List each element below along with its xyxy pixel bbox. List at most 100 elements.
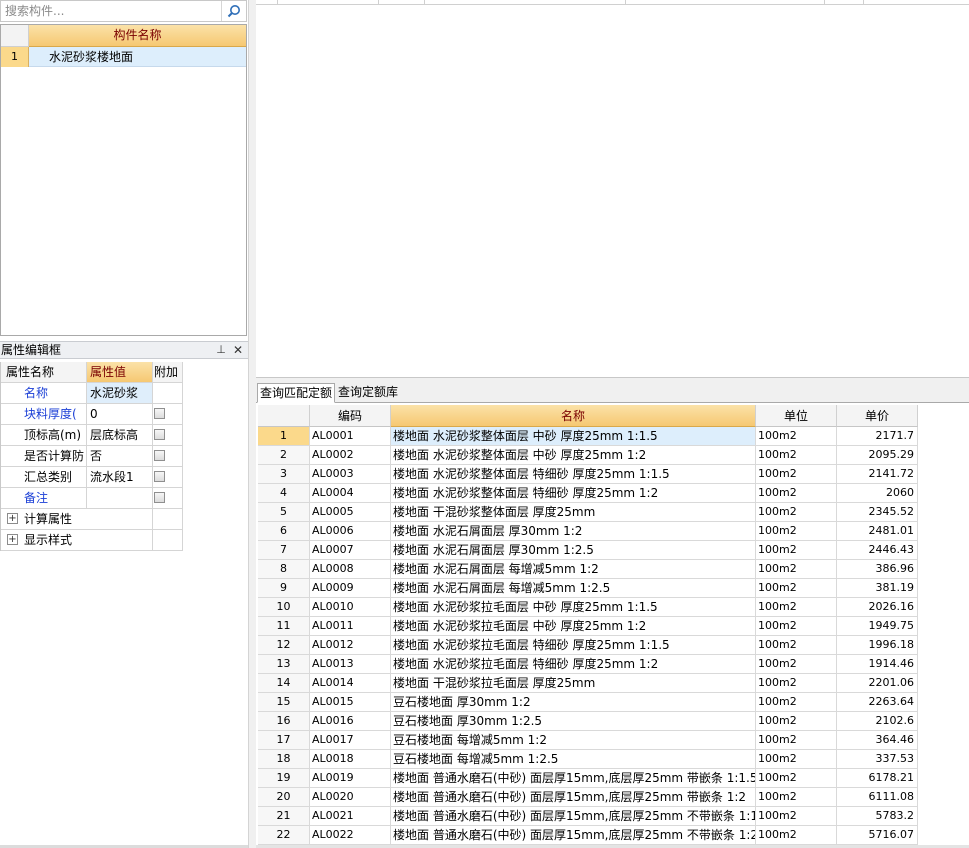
name-cell[interactable]: 楼地面 水泥砂浆拉毛面层 特细砂 厚度25mm 1:1.5 bbox=[391, 636, 756, 655]
code-cell[interactable]: AL0013 bbox=[310, 655, 391, 674]
property-row-calc-waterproof[interactable]: 是否计算防 否 bbox=[1, 446, 183, 467]
table-row[interactable]: 10 AL0010 楼地面 水泥砂浆拉毛面层 中砂 厚度25mm 1:1.5 100m… bbox=[258, 598, 918, 617]
table-row[interactable]: 1 AL0001 楼地面 水泥砂浆整体面层 中砂 厚度25mm 1:1.5 100m2… bbox=[258, 427, 918, 446]
unit-cell[interactable]: 100m2 bbox=[756, 541, 837, 560]
unit-cell[interactable]: 100m2 bbox=[756, 446, 837, 465]
price-cell[interactable]: 2141.72 bbox=[837, 465, 918, 484]
price-cell[interactable]: 2026.16 bbox=[837, 598, 918, 617]
code-cell[interactable]: AL0003 bbox=[310, 465, 391, 484]
name-cell[interactable]: 楼地面 普通水磨石(中砂) 面层厚15mm,底层厚25mm 带嵌条 1:2 bbox=[391, 788, 756, 807]
property-row-remark[interactable]: 备注 bbox=[1, 488, 183, 509]
price-cell[interactable]: 337.53 bbox=[837, 750, 918, 769]
table-row[interactable]: 6 AL0006 楼地面 水泥石屑面层 厚30mm 1:2 100m2 2481.01 bbox=[258, 522, 918, 541]
unit-cell[interactable]: 100m2 bbox=[756, 427, 837, 446]
code-cell[interactable]: AL0006 bbox=[310, 522, 391, 541]
name-cell[interactable]: 豆石楼地面 每增减5mm 1:2 bbox=[391, 731, 756, 750]
table-row[interactable]: 16 AL0016 豆石楼地面 厚30mm 1:2.5 100m2 2102.6 bbox=[258, 712, 918, 731]
table-row[interactable]: 9 AL0009 楼地面 水泥石屑面层 每增减5mm 1:2.5 100m2 381.1… bbox=[258, 579, 918, 598]
table-row[interactable]: 2 AL0002 楼地面 水泥砂浆整体面层 中砂 厚度25mm 1:2 100m2 20… bbox=[258, 446, 918, 465]
code-cell[interactable]: AL0004 bbox=[310, 484, 391, 503]
table-row[interactable]: 19 AL0019 楼地面 普通水磨石(中砂) 面层厚15mm,底层厚25mm 带嵌… bbox=[258, 769, 918, 788]
property-value[interactable]: 水泥砂浆 bbox=[87, 383, 153, 403]
table-row[interactable]: 13 AL0013 楼地面 水泥砂浆拉毛面层 特细砂 厚度25mm 1:2 100m2… bbox=[258, 655, 918, 674]
price-cell[interactable]: 2102.6 bbox=[837, 712, 918, 731]
unit-cell[interactable]: 100m2 bbox=[756, 674, 837, 693]
code-cell[interactable]: AL0007 bbox=[310, 541, 391, 560]
component-row[interactable]: 1 水泥砂浆楼地面 bbox=[1, 47, 246, 67]
table-row[interactable]: 8 AL0008 楼地面 水泥石屑面层 每增减5mm 1:2 100m2 386.96 bbox=[258, 560, 918, 579]
price-cell[interactable]: 5783.2 bbox=[837, 807, 918, 826]
price-cell[interactable]: 364.46 bbox=[837, 731, 918, 750]
code-cell[interactable]: AL0022 bbox=[310, 826, 391, 845]
code-cell[interactable]: AL0009 bbox=[310, 579, 391, 598]
code-cell[interactable]: AL0012 bbox=[310, 636, 391, 655]
name-cell[interactable]: 楼地面 水泥石屑面层 每增减5mm 1:2.5 bbox=[391, 579, 756, 598]
code-cell[interactable]: AL0016 bbox=[310, 712, 391, 731]
table-row[interactable]: 17 AL0017 豆石楼地面 每增减5mm 1:2 100m2 364.46 bbox=[258, 731, 918, 750]
name-cell[interactable]: 楼地面 普通水磨石(中砂) 面层厚15mm,底层厚25mm 不带嵌条 1:2 bbox=[391, 826, 756, 845]
close-icon[interactable]: ✕ bbox=[232, 343, 244, 357]
price-cell[interactable]: 5716.07 bbox=[837, 826, 918, 845]
property-row-block-thickness[interactable]: 块料厚度( 0 bbox=[1, 404, 183, 425]
price-cell[interactable]: 2095.29 bbox=[837, 446, 918, 465]
name-cell[interactable]: 楼地面 水泥石屑面层 厚30mm 1:2 bbox=[391, 522, 756, 541]
code-cell[interactable]: AL0018 bbox=[310, 750, 391, 769]
name-cell[interactable]: 楼地面 水泥砂浆拉毛面层 中砂 厚度25mm 1:2 bbox=[391, 617, 756, 636]
code-cell[interactable]: AL0015 bbox=[310, 693, 391, 712]
table-row[interactable]: 7 AL0007 楼地面 水泥石屑面层 厚30mm 1:2.5 100m2 2446.4… bbox=[258, 541, 918, 560]
code-cell[interactable]: AL0021 bbox=[310, 807, 391, 826]
property-row-top-elevation[interactable]: 顶标高(m) 层底标高 bbox=[1, 425, 183, 446]
price-cell[interactable]: 2263.64 bbox=[837, 693, 918, 712]
unit-cell[interactable]: 100m2 bbox=[756, 731, 837, 750]
attach-checkbox[interactable] bbox=[154, 492, 165, 503]
column-header-component-name[interactable]: 构件名称 bbox=[29, 25, 246, 47]
attach-checkbox[interactable] bbox=[154, 450, 165, 461]
plus-expander-icon[interactable]: + bbox=[7, 534, 18, 545]
unit-cell[interactable]: 100m2 bbox=[756, 788, 837, 807]
price-cell[interactable]: 1914.46 bbox=[837, 655, 918, 674]
property-value[interactable]: 否 bbox=[87, 446, 153, 466]
unit-cell[interactable]: 100m2 bbox=[756, 712, 837, 731]
code-cell[interactable]: AL0010 bbox=[310, 598, 391, 617]
unit-cell[interactable]: 100m2 bbox=[756, 807, 837, 826]
price-cell[interactable]: 2201.06 bbox=[837, 674, 918, 693]
table-row[interactable]: 11 AL0011 楼地面 水泥砂浆拉毛面层 中砂 厚度25mm 1:2 100m2 1… bbox=[258, 617, 918, 636]
name-cell[interactable]: 楼地面 干混砂浆整体面层 厚度25mm bbox=[391, 503, 756, 522]
name-cell[interactable]: 豆石楼地面 厚30mm 1:2 bbox=[391, 693, 756, 712]
search-button[interactable] bbox=[221, 1, 246, 21]
property-value[interactable]: 流水段1 bbox=[87, 467, 153, 487]
price-cell[interactable]: 2481.01 bbox=[837, 522, 918, 541]
price-cell[interactable]: 6178.21 bbox=[837, 769, 918, 788]
name-cell[interactable]: 豆石楼地面 厚30mm 1:2.5 bbox=[391, 712, 756, 731]
unit-cell[interactable]: 100m2 bbox=[756, 598, 837, 617]
unit-cell[interactable]: 100m2 bbox=[756, 636, 837, 655]
code-cell[interactable]: AL0017 bbox=[310, 731, 391, 750]
property-value[interactable] bbox=[87, 488, 153, 508]
property-group-display[interactable]: + 显示样式 bbox=[1, 530, 183, 551]
property-group-calc[interactable]: + 计算属性 bbox=[1, 509, 183, 530]
price-cell[interactable]: 2060 bbox=[837, 484, 918, 503]
code-cell[interactable]: AL0002 bbox=[310, 446, 391, 465]
code-cell[interactable]: AL0014 bbox=[310, 674, 391, 693]
property-value[interactable]: 0 bbox=[87, 404, 153, 424]
unit-cell[interactable]: 100m2 bbox=[756, 693, 837, 712]
table-row[interactable]: 20 AL0020 楼地面 普通水磨石(中砂) 面层厚15mm,底层厚25mm 带嵌… bbox=[258, 788, 918, 807]
unit-cell[interactable]: 100m2 bbox=[756, 750, 837, 769]
attach-checkbox[interactable] bbox=[154, 408, 165, 419]
name-cell[interactable]: 楼地面 水泥砂浆整体面层 特细砂 厚度25mm 1:1.5 bbox=[391, 465, 756, 484]
code-cell[interactable]: AL0008 bbox=[310, 560, 391, 579]
price-cell[interactable]: 381.19 bbox=[837, 579, 918, 598]
column-header-name[interactable]: 名称 bbox=[391, 405, 756, 427]
component-name-cell[interactable]: 水泥砂浆楼地面 bbox=[29, 47, 246, 67]
unit-cell[interactable]: 100m2 bbox=[756, 465, 837, 484]
name-cell[interactable]: 楼地面 水泥石屑面层 厚30mm 1:2.5 bbox=[391, 541, 756, 560]
table-row[interactable]: 15 AL0015 豆石楼地面 厚30mm 1:2 100m2 2263.64 bbox=[258, 693, 918, 712]
attach-checkbox[interactable] bbox=[154, 471, 165, 482]
table-row[interactable]: 18 AL0018 豆石楼地面 每增减5mm 1:2.5 100m2 337.53 bbox=[258, 750, 918, 769]
unit-cell[interactable]: 100m2 bbox=[756, 617, 837, 636]
search-input[interactable] bbox=[5, 3, 217, 19]
table-row[interactable]: 12 AL0012 楼地面 水泥砂浆拉毛面层 特细砂 厚度25mm 1:1.5 100… bbox=[258, 636, 918, 655]
name-cell[interactable]: 楼地面 水泥砂浆整体面层 特细砂 厚度25mm 1:2 bbox=[391, 484, 756, 503]
table-row[interactable]: 4 AL0004 楼地面 水泥砂浆整体面层 特细砂 厚度25mm 1:2 100m2 2… bbox=[258, 484, 918, 503]
table-row[interactable]: 21 AL0021 楼地面 普通水磨石(中砂) 面层厚15mm,底层厚25mm 不带… bbox=[258, 807, 918, 826]
